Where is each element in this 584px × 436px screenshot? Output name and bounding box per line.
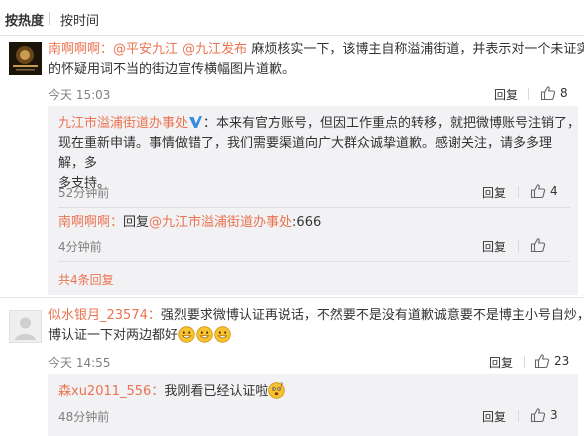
more-replies-link[interactable]: 共4条回复 xyxy=(58,271,114,288)
reply-body: 南啊啊啊：回复@九江市溢浦街道办事处:666 xyxy=(58,213,573,233)
reply-text: 我刚看已经认证啦 xyxy=(164,384,269,399)
reply-divider xyxy=(58,207,570,208)
grin-emoji-icon xyxy=(196,326,213,343)
meta-divider xyxy=(524,356,525,368)
reply-username[interactable]: 南啊啊啊： xyxy=(58,215,123,230)
reply-body: 森xu2011_556：我刚看已经认证啦? xyxy=(58,382,573,402)
tab-by-time[interactable]: 按时间 xyxy=(60,10,99,29)
reply-body: 九江市溢浦街道办事处 ：本来有官方账号，但因工作重点的转移，就把微博账号注销了， … xyxy=(58,114,580,194)
comment-divider xyxy=(0,297,584,298)
grin-emoji-icon xyxy=(214,326,231,343)
thumbs-up-icon xyxy=(530,184,546,199)
mention-link[interactable]: @九江发布 xyxy=(182,42,247,57)
comment-body: 似水银月_23574：强烈要求微博认证再说话，不然要不是没有道歉诚意要不是博主小… xyxy=(48,306,584,346)
grin-emoji-icon xyxy=(178,326,195,343)
meta-divider xyxy=(518,410,519,422)
reply-prefix: 回复 xyxy=(123,215,150,230)
meta-divider xyxy=(518,186,519,198)
like-button[interactable]: 4 xyxy=(530,183,564,199)
comment-text: 的怀疑用词不当的街边宣传横幅图片道歉。 xyxy=(48,62,296,77)
reply-divider xyxy=(58,261,570,262)
like-count: 3 xyxy=(550,408,558,422)
like-count: 23 xyxy=(554,354,570,368)
reply-button[interactable]: 回复 xyxy=(482,184,506,201)
reply-timestamp: 52分钟前 xyxy=(58,186,110,200)
comment-text: 麻烦核实一下，该博主自称溢浦街道，并表示对一个未证实 xyxy=(251,42,584,57)
avatar[interactable] xyxy=(9,42,42,75)
comment-username[interactable]: 似水银月_23574： xyxy=(48,308,161,323)
comment-body: 南啊啊啊：@平安九江 @九江发布 麻烦核实一下，该博主自称溢浦街道，并表示对一个… xyxy=(48,40,584,80)
comment-timestamp: 今天 15:03 xyxy=(48,88,111,102)
meta-divider xyxy=(528,88,529,100)
verified-v-icon xyxy=(189,116,203,128)
thumbs-up-icon xyxy=(540,86,556,101)
reply-text: ：本来有官方账号，但因工作重点的转移，就把微博账号注销了， xyxy=(203,116,581,131)
comment-text: 博认证一下对两边都好 xyxy=(48,328,179,343)
mention-link[interactable]: @九江市溢浦街道办事处 xyxy=(149,215,292,230)
like-button[interactable]: 8 xyxy=(540,85,574,101)
like-button[interactable]: 3 xyxy=(530,407,564,423)
comment-username[interactable]: 南啊啊啊： xyxy=(48,42,113,57)
like-count: 4 xyxy=(550,184,558,198)
reply-button[interactable]: 回复 xyxy=(482,238,506,255)
reply-button[interactable]: 回复 xyxy=(489,354,513,371)
reply-timestamp: 48分钟前 xyxy=(58,410,110,424)
reply-button[interactable]: 回复 xyxy=(494,86,518,103)
thumbs-up-icon xyxy=(530,238,546,253)
comment-text: 强烈要求微博认证再说话，不然要不是没有道歉诚意要不是博主小号自炒，微 xyxy=(160,308,584,323)
reply-username[interactable]: 森xu2011_556： xyxy=(58,384,164,399)
reply-button[interactable]: 回复 xyxy=(482,408,506,425)
grin-emoji-icon: ? xyxy=(268,382,286,399)
thumbs-up-icon xyxy=(530,408,546,423)
comment-timestamp: 今天 14:55 xyxy=(48,356,111,370)
meta-divider xyxy=(518,240,519,252)
like-button[interactable] xyxy=(530,237,550,253)
avatar[interactable] xyxy=(9,310,42,343)
tab-by-popularity[interactable]: 按热度 xyxy=(5,10,44,29)
sort-tabs: 按热度 按时间 xyxy=(0,0,584,36)
like-count: 8 xyxy=(560,86,568,100)
reply-text: 现在重新申请。事情做错了，我们需要渠道向广大群众诚挚道歉。感谢关注，请多多理解，… xyxy=(58,136,553,171)
mention-link[interactable]: @平安九江 xyxy=(113,42,178,57)
reply-timestamp: 4分钟前 xyxy=(58,240,102,254)
tab-divider xyxy=(49,12,50,25)
like-button[interactable]: 23 xyxy=(534,353,574,369)
reply-username[interactable]: 九江市溢浦街道办事处 xyxy=(58,116,188,131)
thumbs-up-icon xyxy=(534,354,550,369)
svg-text:?: ? xyxy=(280,382,283,389)
reply-text: :666 xyxy=(292,215,322,230)
